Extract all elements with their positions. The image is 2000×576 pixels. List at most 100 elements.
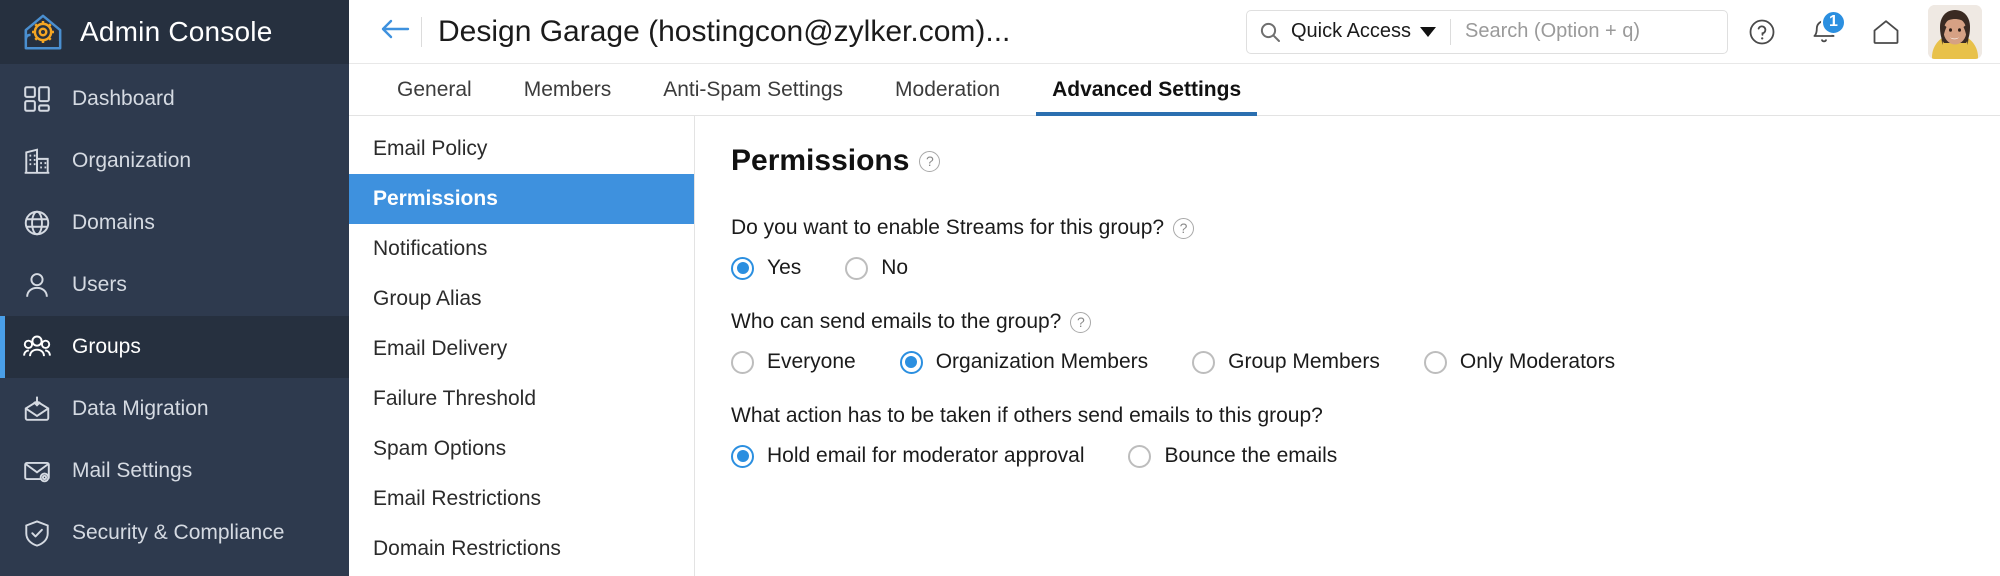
radio-option-everyone[interactable]: Everyone: [731, 350, 856, 374]
radio-label: Bounce the emails: [1164, 444, 1337, 468]
search-divider: [1450, 19, 1451, 45]
sidebar-item-users[interactable]: Users: [0, 254, 349, 316]
subnav-item-failure-threshold[interactable]: Failure Threshold: [349, 374, 694, 424]
radio-group: Everyone Organization Members Group Memb…: [731, 350, 2000, 374]
field-question-label: Do you want to enable Streams for this g…: [731, 216, 1164, 240]
back-button[interactable]: [373, 10, 417, 54]
avatar[interactable]: [1928, 5, 1982, 59]
page-title: Design Garage (hostingcon@zylker.com)...: [438, 15, 1010, 49]
field-question: Do you want to enable Streams for this g…: [731, 216, 2000, 240]
quick-access-label[interactable]: Quick Access: [1291, 20, 1411, 43]
subnav-item-notifications[interactable]: Notifications: [349, 224, 694, 274]
tab-members[interactable]: Members: [498, 64, 638, 115]
help-circle-icon[interactable]: ?: [1070, 312, 1091, 333]
tab-advanced-settings[interactable]: Advanced Settings: [1026, 64, 1267, 115]
envelope-gear-icon: [22, 456, 52, 486]
sidebar-item-label: Data Migration: [72, 397, 209, 421]
help-circle-icon[interactable]: ?: [1173, 218, 1194, 239]
app-root: Admin Console Dashboard: [0, 0, 2000, 576]
global-search[interactable]: Quick Access: [1246, 10, 1728, 54]
radio-option-hold-email[interactable]: Hold email for moderator approval: [731, 444, 1084, 468]
radio-option-group-members[interactable]: Group Members: [1192, 350, 1380, 374]
panel-title: Permissions: [731, 144, 909, 178]
content-area: Email Policy Permissions Notifications G…: [349, 116, 2000, 576]
radio-option-organization-members[interactable]: Organization Members: [900, 350, 1148, 374]
main-area: Design Garage (hostingcon@zylker.com)...…: [349, 0, 2000, 576]
radio-indicator[interactable]: [731, 445, 754, 468]
sidebar-brand[interactable]: Admin Console: [0, 0, 349, 64]
radio-option-bounce-emails[interactable]: Bounce the emails: [1128, 444, 1337, 468]
tab-anti-spam-settings[interactable]: Anti-Spam Settings: [637, 64, 869, 115]
tab-general[interactable]: General: [371, 64, 498, 115]
radio-option-only-moderators[interactable]: Only Moderators: [1424, 350, 1615, 374]
radio-indicator[interactable]: [1192, 351, 1215, 374]
settings-subnav: Email Policy Permissions Notifications G…: [349, 116, 695, 576]
help-button[interactable]: [1734, 4, 1790, 60]
search-icon: [1259, 21, 1281, 43]
globe-icon: [22, 208, 52, 238]
chevron-down-icon[interactable]: [1420, 27, 1436, 37]
sidebar-item-domains[interactable]: Domains: [0, 192, 349, 254]
field-question-label: Who can send emails to the group?: [731, 310, 1061, 334]
radio-label: No: [881, 256, 908, 280]
user-icon: [22, 270, 52, 300]
notification-badge: 1: [1821, 10, 1846, 35]
radio-indicator[interactable]: [845, 257, 868, 280]
house-gear-logo-icon: [22, 11, 64, 53]
home-button[interactable]: [1858, 4, 1914, 60]
sidebar-item-label: Mail Settings: [72, 459, 192, 483]
subnav-item-permissions[interactable]: Permissions: [349, 174, 694, 224]
help-circle-icon: [1747, 17, 1777, 47]
radio-label: Only Moderators: [1460, 350, 1615, 374]
subnav-item-domain-restrictions[interactable]: Domain Restrictions: [349, 524, 694, 574]
sidebar-item-dashboard[interactable]: Dashboard: [0, 68, 349, 130]
sidebar-item-label: Domains: [72, 211, 155, 235]
sidebar-item-organization[interactable]: Organization: [0, 130, 349, 192]
users-group-icon: [22, 332, 52, 362]
radio-indicator[interactable]: [731, 351, 754, 374]
radio-indicator[interactable]: [900, 351, 923, 374]
radio-option-yes[interactable]: Yes: [731, 256, 801, 280]
primary-sidebar: Admin Console Dashboard: [0, 0, 349, 576]
radio-group: Yes No: [731, 256, 2000, 280]
sidebar-item-label: Groups: [72, 335, 141, 359]
radio-label: Group Members: [1228, 350, 1380, 374]
sidebar-item-mail-settings[interactable]: Mail Settings: [0, 440, 349, 502]
radio-indicator[interactable]: [1424, 351, 1447, 374]
subnav-item-group-alias[interactable]: Group Alias: [349, 274, 694, 324]
radio-label: Hold email for moderator approval: [767, 444, 1084, 468]
radio-indicator[interactable]: [731, 257, 754, 280]
subnav-item-email-restrictions[interactable]: Email Restrictions: [349, 474, 694, 524]
subnav-item-email-delivery[interactable]: Email Delivery: [349, 324, 694, 374]
subnav-item-email-policy[interactable]: Email Policy: [349, 124, 694, 174]
field-action-others-send: What action has to be taken if others se…: [731, 404, 2000, 468]
subnav-item-spam-options[interactable]: Spam Options: [349, 424, 694, 474]
field-who-can-send: Who can send emails to the group? ? Ever…: [731, 310, 2000, 374]
back-arrow-icon: [378, 14, 412, 49]
radio-label: Organization Members: [936, 350, 1148, 374]
sidebar-item-label: Security & Compliance: [72, 521, 284, 545]
radio-group: Hold email for moderator approval Bounce…: [731, 444, 2000, 468]
radio-indicator[interactable]: [1128, 445, 1151, 468]
sidebar-nav: Dashboard Organization: [0, 64, 349, 576]
brand-title: Admin Console: [80, 16, 272, 48]
sidebar-item-security-compliance[interactable]: Security & Compliance: [0, 502, 349, 564]
sidebar-item-data-migration[interactable]: Data Migration: [0, 378, 349, 440]
sidebar-item-label: Users: [72, 273, 127, 297]
sidebar-item-label: Organization: [72, 149, 191, 173]
tab-bar: General Members Anti-Spam Settings Moder…: [349, 64, 2000, 116]
notifications-button[interactable]: 1: [1796, 4, 1852, 60]
top-bar: Design Garage (hostingcon@zylker.com)...…: [349, 0, 2000, 64]
help-circle-icon[interactable]: ?: [919, 151, 940, 172]
field-question-label: What action has to be taken if others se…: [731, 404, 1323, 428]
header-divider: [421, 17, 422, 47]
radio-label: Everyone: [767, 350, 856, 374]
radio-option-no[interactable]: No: [845, 256, 908, 280]
building-icon: [22, 146, 52, 176]
tab-moderation[interactable]: Moderation: [869, 64, 1026, 115]
search-input[interactable]: [1465, 20, 1715, 43]
home-icon: [1870, 17, 1902, 47]
dashboard-grid-icon: [22, 84, 52, 114]
permissions-panel: Permissions ? Do you want to enable Stre…: [695, 116, 2000, 576]
sidebar-item-groups[interactable]: Groups: [0, 316, 349, 378]
